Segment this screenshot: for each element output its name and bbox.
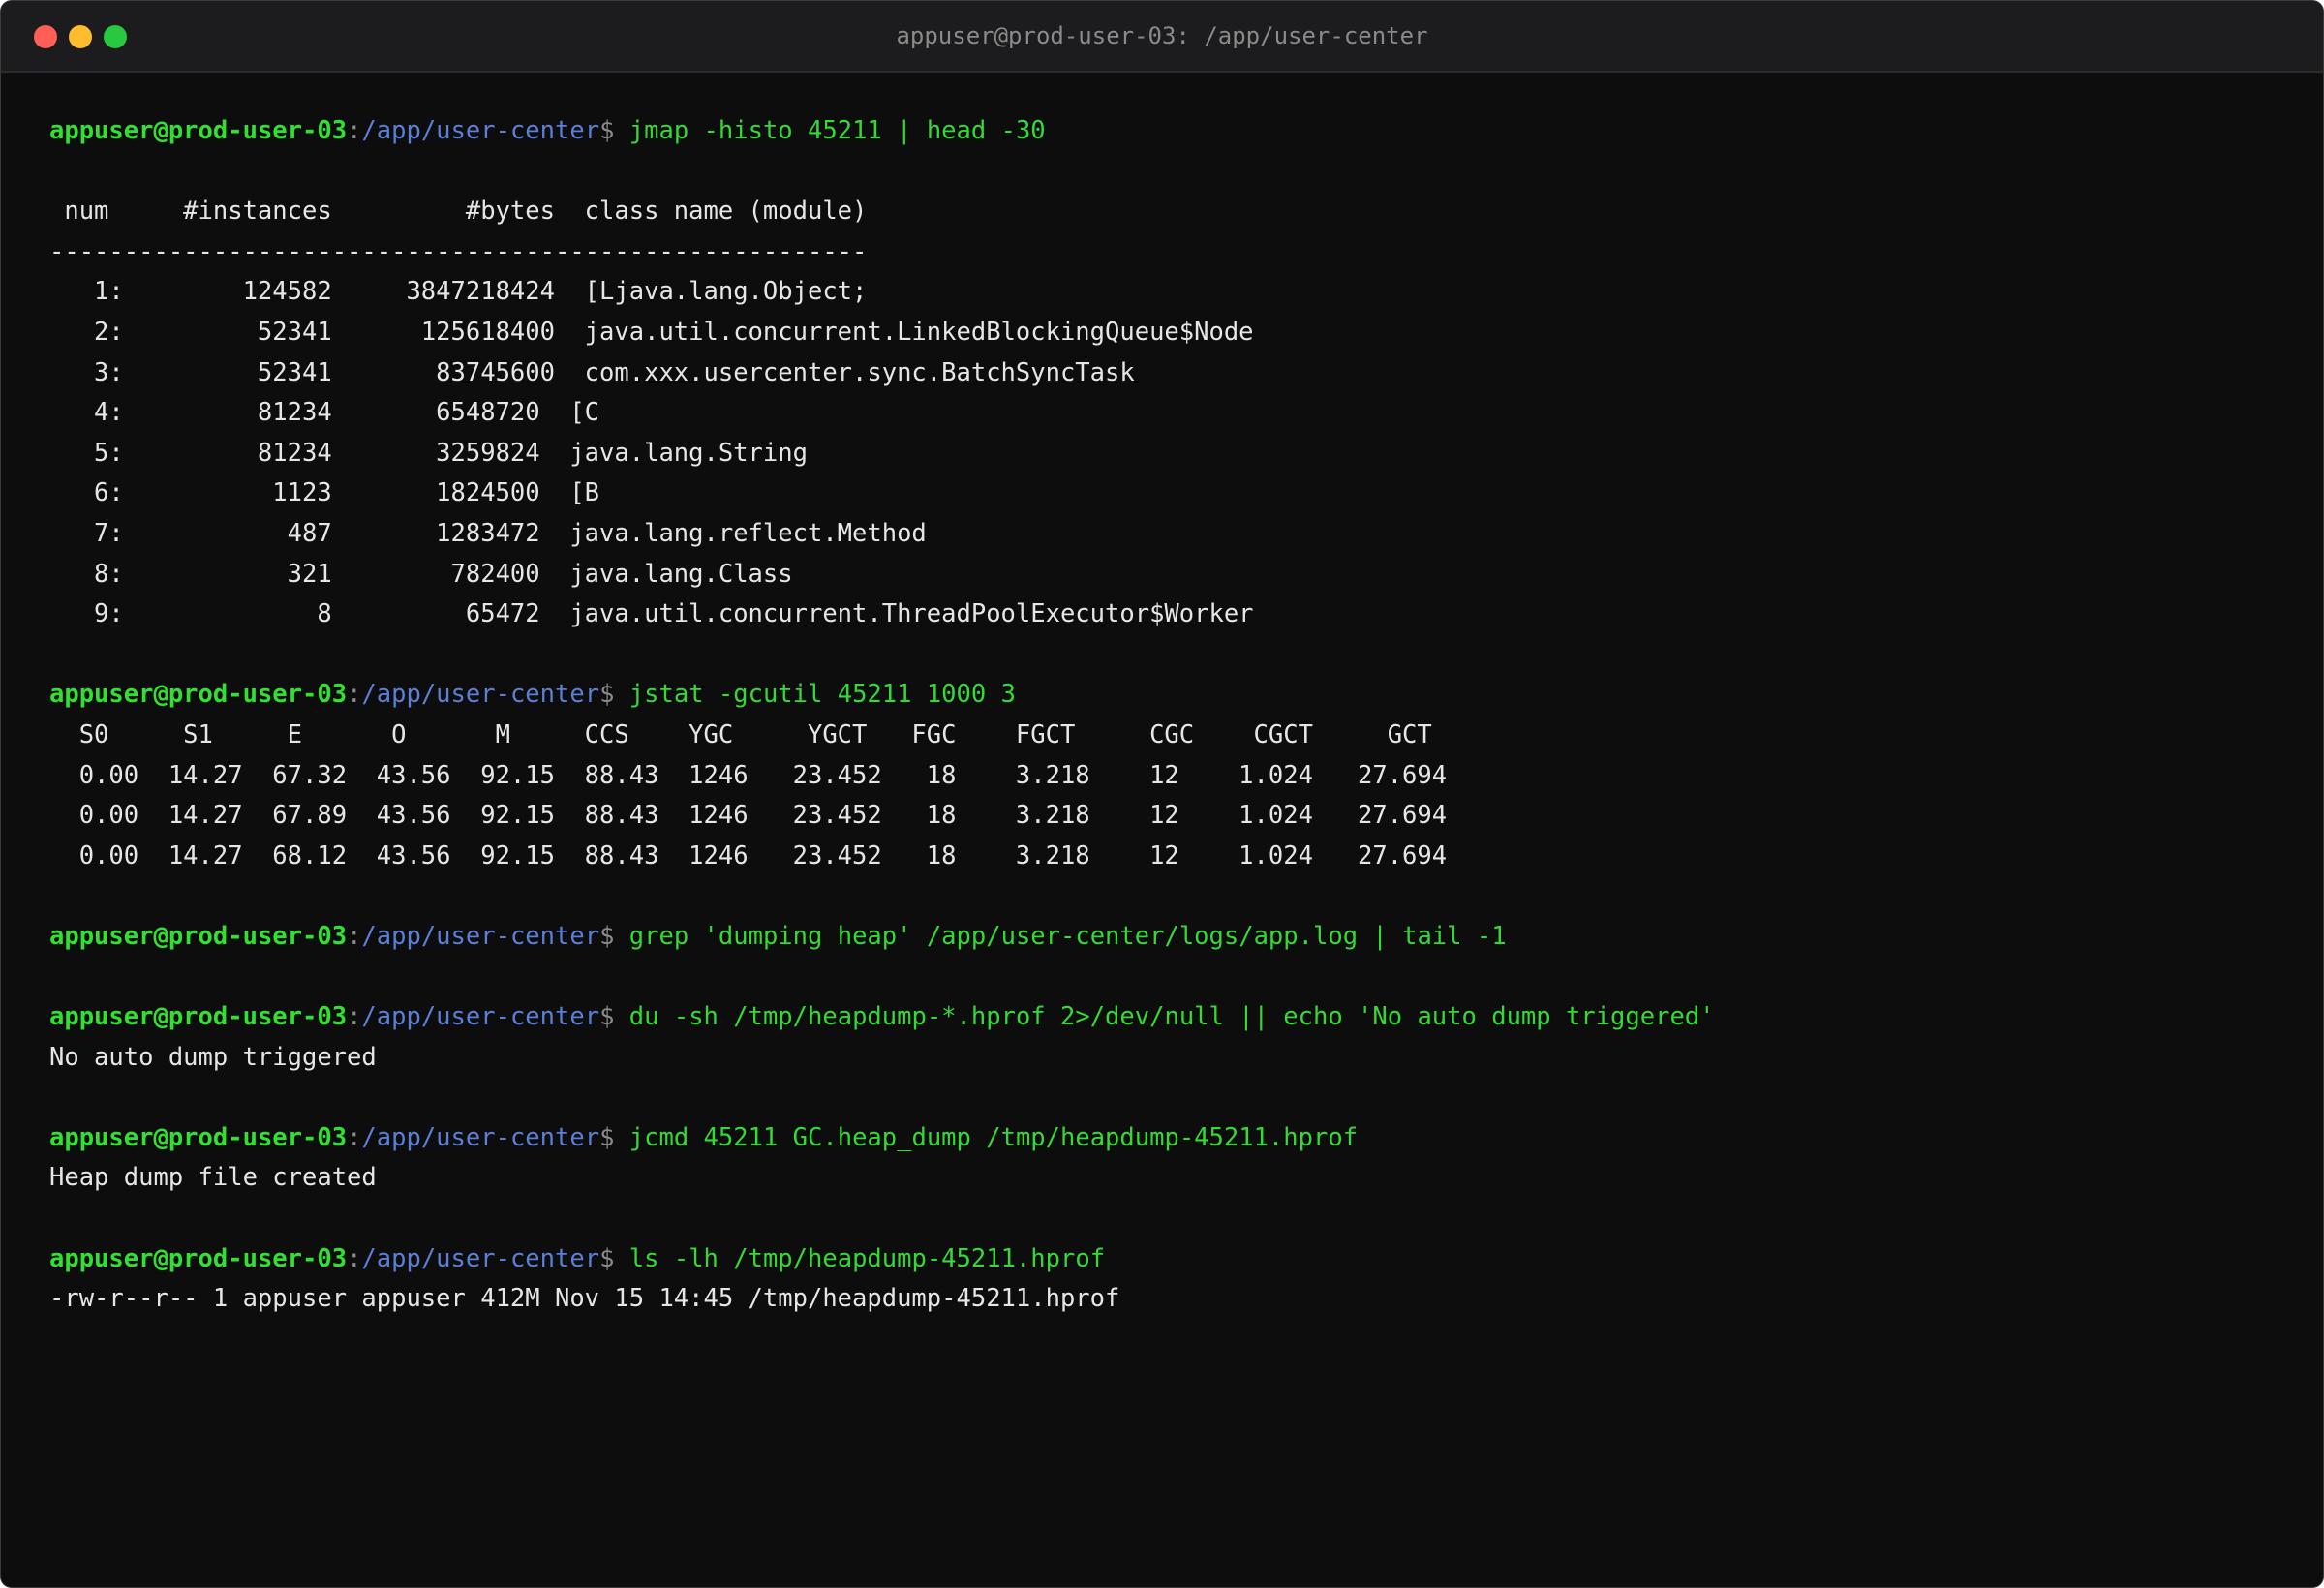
terminal-output[interactable]: appuser@prod-user-03:/app/user-center$ j… <box>49 111 2294 1320</box>
prompt-host: prod-user-03 <box>168 680 348 710</box>
prompt-user: appuser <box>49 1243 154 1273</box>
output-line: Heap dump file created <box>49 1163 377 1193</box>
prompt-at: @ <box>153 1002 168 1032</box>
prompt-line: appuser@prod-user-03:/app/user-center$ j… <box>49 1118 2294 1159</box>
output-line: 9: 8 65472 java.util.concurrent.ThreadPo… <box>49 599 1254 629</box>
output-line: 7: 487 1283472 java.lang.reflect.Method <box>49 518 927 548</box>
prompt-dollar: $ <box>599 1122 629 1152</box>
output-line: 8: 321 782400 java.lang.Class <box>49 559 793 589</box>
prompt-path: /app/user-center <box>361 1002 600 1032</box>
prompt-path: /app/user-center <box>361 921 600 951</box>
prompt-dollar: $ <box>599 116 629 145</box>
output-line: 6: 1123 1824500 [B <box>49 478 600 508</box>
output-line: No auto dump triggered <box>49 1042 377 1072</box>
prompt-colon: : <box>347 1002 362 1032</box>
output-line: -rw-r--r-- 1 appuser appuser 412M Nov 15… <box>49 1284 1120 1314</box>
prompt-user: appuser <box>49 1002 154 1032</box>
prompt-colon: : <box>347 680 362 710</box>
output-line: 4: 81234 6548720 [C <box>49 398 600 428</box>
output-line: S0 S1 E O M CCS YGC YGCT FGC FGCT CGC CG… <box>49 719 1432 749</box>
prompt-dollar: $ <box>599 921 629 951</box>
prompt-host: prod-user-03 <box>168 1243 348 1273</box>
prompt-line: appuser@prod-user-03:/app/user-center$ d… <box>49 997 2294 1038</box>
output-line: 5: 81234 3259824 java.lang.String <box>49 438 808 468</box>
prompt-path: /app/user-center <box>361 680 600 710</box>
prompt-line: appuser@prod-user-03:/app/user-center$ j… <box>49 675 2294 716</box>
command-text: ls -lh /tmp/heapdump-45211.hprof <box>628 1243 1106 1273</box>
output-line: 0.00 14.27 67.32 43.56 92.15 88.43 1246 … <box>49 760 1448 790</box>
output-line: 0.00 14.27 68.12 43.56 92.15 88.43 1246 … <box>49 840 1448 870</box>
prompt-at: @ <box>153 1243 168 1273</box>
prompt-host: prod-user-03 <box>168 1122 348 1152</box>
prompt-line: appuser@prod-user-03:/app/user-center$ l… <box>49 1239 2294 1280</box>
prompt-at: @ <box>153 921 168 951</box>
command-text: du -sh /tmp/heapdump-*.hprof 2>/dev/null… <box>628 1002 1715 1032</box>
prompt-line: appuser@prod-user-03:/app/user-center$ j… <box>49 111 2294 152</box>
title-bar: appuser@prod-user-03: /app/user-center <box>1 1 2323 73</box>
output-line: num #instances #bytes class name (module… <box>49 197 868 227</box>
prompt-path: /app/user-center <box>361 116 600 145</box>
prompt-host: prod-user-03 <box>168 1002 348 1032</box>
prompt-colon: : <box>347 921 362 951</box>
terminal-window: appuser@prod-user-03: /app/user-center a… <box>0 0 2324 1588</box>
prompt-dollar: $ <box>599 1243 629 1273</box>
prompt-line: appuser@prod-user-03:/app/user-center$ g… <box>49 917 2294 958</box>
prompt-dollar: $ <box>599 680 629 710</box>
command-text: jstat -gcutil 45211 1000 3 <box>628 680 1016 710</box>
prompt-user: appuser <box>49 921 154 951</box>
prompt-dollar: $ <box>599 1002 629 1032</box>
prompt-at: @ <box>153 1122 168 1152</box>
prompt-user: appuser <box>49 116 154 145</box>
command-text: grep 'dumping heap' /app/user-center/log… <box>628 921 1507 951</box>
prompt-user: appuser <box>49 680 154 710</box>
output-line: 2: 52341 125618400 java.util.concurrent.… <box>49 317 1254 347</box>
prompt-user: appuser <box>49 1122 154 1152</box>
command-text: jmap -histo 45211 | head -30 <box>628 116 1046 145</box>
output-line: 0.00 14.27 67.89 43.56 92.15 88.43 1246 … <box>49 801 1448 831</box>
prompt-colon: : <box>347 1122 362 1152</box>
window-title: appuser@prod-user-03: /app/user-center <box>896 22 1428 49</box>
prompt-host: prod-user-03 <box>168 116 348 145</box>
output-line: 3: 52341 83745600 com.xxx.usercenter.syn… <box>49 357 1135 387</box>
prompt-path: /app/user-center <box>361 1122 600 1152</box>
output-line: 1: 124582 3847218424 [Ljava.lang.Object; <box>49 277 868 307</box>
prompt-colon: : <box>347 1243 362 1273</box>
output-line: ----------------------------------------… <box>49 236 868 266</box>
prompt-path: /app/user-center <box>361 1243 600 1273</box>
prompt-at: @ <box>153 116 168 145</box>
prompt-colon: : <box>347 116 362 145</box>
prompt-at: @ <box>153 680 168 710</box>
command-text: jcmd 45211 GC.heap_dump /tmp/heapdump-45… <box>628 1122 1359 1152</box>
prompt-host: prod-user-03 <box>168 921 348 951</box>
